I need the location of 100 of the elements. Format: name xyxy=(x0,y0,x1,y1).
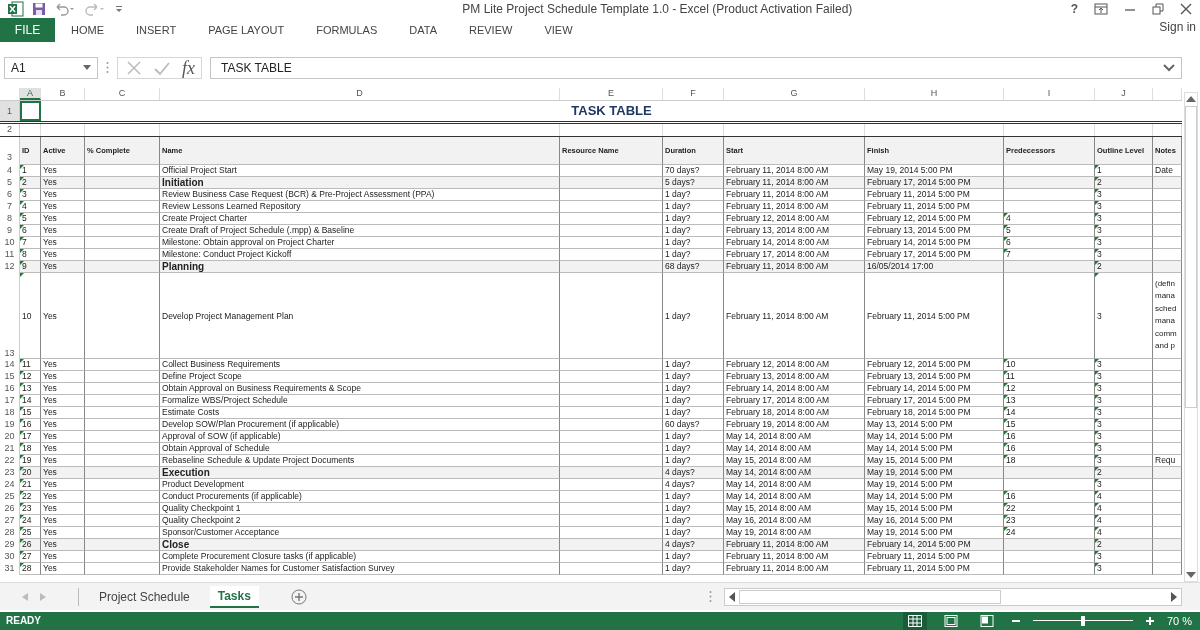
restore-icon[interactable] xyxy=(1152,2,1164,15)
predecessors-cell: 10 xyxy=(1004,358,1095,371)
row-number[interactable]: 1 xyxy=(0,100,20,121)
id-cell: 28 xyxy=(20,562,41,575)
outline-level-cell: 4 xyxy=(1095,526,1153,539)
outline-level-cell: 3 xyxy=(1095,406,1153,419)
column-header[interactable]: C xyxy=(85,87,160,100)
start-cell: February 13, 2014 8:00 AM xyxy=(724,224,865,237)
scroll-thumb[interactable] xyxy=(1185,105,1197,408)
empty-cell xyxy=(1153,236,1182,249)
ribbon-display-icon[interactable] xyxy=(1094,2,1108,15)
ribbon-tab[interactable]: DATA xyxy=(393,17,453,42)
insert-function-button[interactable]: fx xyxy=(182,58,195,77)
outline-level-cell: 3 xyxy=(1095,418,1153,431)
name-box[interactable]: A1 xyxy=(4,56,98,79)
sign-in-link[interactable]: Sign in xyxy=(1159,17,1200,34)
column-header[interactable]: G xyxy=(724,87,865,100)
duration-cell: 1 day? xyxy=(663,490,724,503)
finish-cell: February 11, 2014 5:00 PM xyxy=(865,562,1004,575)
empty-cell xyxy=(1153,382,1182,395)
active-cell: Yes xyxy=(41,454,85,467)
scroll-thumb[interactable] xyxy=(739,589,1001,604)
task-name-cell: Complete Procurement Closure tasks (if applicable) xyxy=(160,550,560,563)
file-tab[interactable]: FILE xyxy=(0,17,55,42)
id-cell: 7 xyxy=(20,236,41,249)
column-header[interactable]: F xyxy=(663,87,724,100)
normal-view-button[interactable] xyxy=(902,612,927,630)
vertical-scrollbar[interactable] xyxy=(1184,91,1198,583)
finish-cell: May 13, 2014 5:00 PM xyxy=(865,418,1004,431)
zoom-level[interactable]: 70 % xyxy=(1166,615,1192,627)
column-header[interactable]: H xyxy=(865,87,1004,100)
id-cell: 22 xyxy=(20,490,41,503)
task-name-cell: Planning xyxy=(160,260,560,273)
duration-cell: 1 day? xyxy=(663,188,724,201)
new-sheet-icon[interactable] xyxy=(290,588,307,605)
active-cell: Yes xyxy=(41,272,85,359)
finish-cell: February 14, 2014 5:00 PM xyxy=(865,538,1004,551)
scroll-left-icon[interactable] xyxy=(729,591,735,602)
ribbon-tab[interactable]: INSERT xyxy=(120,17,193,42)
column-header[interactable]: D xyxy=(160,87,560,100)
task-name-cell: Provide Stakeholder Names for Customer Satisfaction Survey xyxy=(160,562,560,575)
id-cell: 4 xyxy=(20,200,41,213)
column-header[interactable]: J xyxy=(1095,87,1153,100)
id-cell: 20 xyxy=(20,466,41,479)
undo-icon[interactable] xyxy=(54,1,76,16)
grip-icon xyxy=(709,590,712,604)
outline-level-cell: 3 xyxy=(1095,442,1153,455)
row-number[interactable]: 3 xyxy=(0,136,20,165)
active-cell[interactable] xyxy=(20,100,41,121)
outline-level-cell: 4 xyxy=(1095,514,1153,527)
column-header[interactable]: E xyxy=(560,87,663,100)
horizontal-scrollbar[interactable] xyxy=(724,587,1182,606)
outline-level-cell: 3 xyxy=(1095,382,1153,395)
outline-level-cell: 4 xyxy=(1095,502,1153,515)
outline-level-cell: 2 xyxy=(1095,466,1153,479)
task-name-cell: Initiation xyxy=(160,176,560,189)
zoom-slider[interactable] xyxy=(1032,615,1133,627)
finish-cell: February 17, 2014 5:00 PM xyxy=(865,248,1004,261)
task-name-cell: Quality Checkpoint 2 xyxy=(160,514,560,527)
grip-icon xyxy=(106,61,109,75)
help-button[interactable]: ? xyxy=(1070,1,1078,16)
empty-cell xyxy=(1153,224,1182,237)
finish-cell: 16/05/2014 17:00 xyxy=(865,260,1004,273)
finish-cell: May 19, 2014 5:00 PM xyxy=(865,466,1004,479)
ribbon-tab[interactable]: FORMULAS xyxy=(300,17,394,42)
ribbon-tab[interactable]: REVIEW xyxy=(453,17,529,42)
save-icon[interactable] xyxy=(32,1,46,16)
scroll-down-icon[interactable] xyxy=(1186,572,1196,579)
id-cell: 14 xyxy=(20,394,41,407)
empty-cell xyxy=(1153,562,1182,575)
outline-level-cell: 3 xyxy=(1095,200,1153,213)
id-cell: 27 xyxy=(20,550,41,563)
id-cell: 17 xyxy=(20,430,41,443)
task-name-cell: Official Project Start xyxy=(160,164,560,177)
active-cell: Yes xyxy=(41,188,85,201)
column-header[interactable]: B xyxy=(41,87,85,100)
close-icon[interactable] xyxy=(1180,2,1192,15)
ribbon-tab[interactable]: VIEW xyxy=(528,17,589,42)
sheet-tab[interactable]: Tasks xyxy=(209,585,259,608)
scroll-up-icon[interactable] xyxy=(1186,95,1196,102)
formula-field[interactable]: TASK TABLE xyxy=(210,56,1182,79)
zoom-in-icon[interactable] xyxy=(1144,616,1155,626)
active-cell: Yes xyxy=(41,466,85,479)
outline-level-cell: 4 xyxy=(1095,490,1153,503)
duration-cell: 4 days? xyxy=(663,538,724,551)
ribbon-tab[interactable]: PAGE LAYOUT xyxy=(192,17,301,42)
expand-chevron-icon[interactable] xyxy=(1163,63,1175,72)
duration-cell: 1 day? xyxy=(663,454,724,467)
duration-cell: 1 day? xyxy=(663,212,724,225)
column-header[interactable]: I xyxy=(1004,87,1095,100)
sheet-tab[interactable]: Project Schedule xyxy=(91,586,198,607)
duration-cell: 1 day? xyxy=(663,248,724,261)
predecessors-cell: 24 xyxy=(1004,526,1095,539)
finish-cell: February 18, 2014 5:00 PM xyxy=(865,406,1004,419)
ribbon-tab[interactable]: HOME xyxy=(55,17,120,42)
column-header[interactable]: A xyxy=(20,87,41,100)
finish-cell: May 15, 2014 5:00 PM xyxy=(865,454,1004,467)
id-cell: 2 xyxy=(20,176,41,189)
empty-cell xyxy=(1153,406,1182,419)
scroll-right-icon[interactable] xyxy=(1171,591,1177,602)
